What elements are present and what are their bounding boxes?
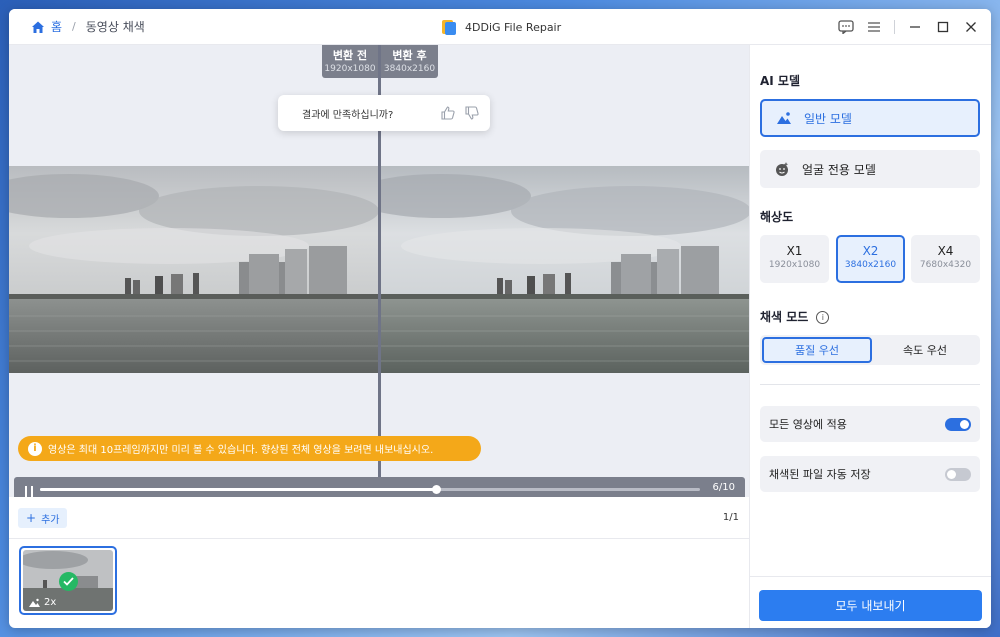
add-button[interactable]: + 추가 (18, 508, 68, 528)
apply-all-toggle[interactable] (945, 418, 971, 431)
breadcrumb: 홈 / 동영상 채색 (31, 18, 145, 35)
home-icon[interactable] (31, 20, 45, 34)
panel-footer: 모두 내보내기 (750, 576, 991, 628)
add-label: 추가 (41, 514, 60, 526)
app-window: 홈 / 동영상 채색 4DDiG File Repair 변환 전 1920x1… (9, 9, 991, 628)
after-label: 변환 후 (392, 49, 427, 62)
frame-counter: 6/10 (712, 482, 735, 493)
after-image (351, 166, 749, 373)
resolution-x4-button[interactable]: X4 7680x4320 (911, 235, 980, 283)
window-controls (828, 17, 981, 37)
plus-icon: + (26, 511, 37, 525)
controls-divider (894, 20, 895, 34)
face-icon (774, 161, 790, 177)
color-mode-title-text: 채색 모드 (760, 310, 809, 324)
picture-icon (29, 598, 40, 607)
file-list-toolbar: + 추가 1/1 (9, 497, 749, 539)
mode-quality-option[interactable]: 품질 우선 (762, 337, 872, 363)
model-general-button[interactable]: 일반 모델 (760, 99, 980, 137)
progress-track[interactable] (40, 485, 700, 494)
resolution-x2-button[interactable]: X2 3840x2160 (836, 235, 905, 283)
resolution-title: 해상도 (760, 210, 794, 224)
before-tag: 변환 전 1920x1080 (322, 45, 378, 78)
ai-model-title: AI 모델 (760, 74, 801, 88)
apply-all-row: 모든 영상에 적용 (760, 406, 980, 442)
preview-area: 변환 전 1920x1080 변환 후 3840x2160 결과에 만족하십니까… (9, 45, 749, 497)
preview-notice: i 영상은 최대 10프레임까지만 미리 볼 수 있습니다. 향상된 전체 영상… (18, 436, 481, 461)
check-icon (59, 572, 78, 591)
resolution-x1-button[interactable]: X1 1920x1080 (760, 235, 829, 283)
progress-fill (40, 488, 436, 491)
thumbnail-scale: 2x (29, 597, 56, 608)
before-resolution: 1920x1080 (324, 64, 376, 74)
apply-all-label: 모든 영상에 적용 (769, 418, 847, 431)
thumbs-up-icon[interactable] (440, 105, 456, 121)
feedback-question: 결과에 만족하십니까? (302, 109, 394, 121)
export-all-button[interactable]: 모두 내보내기 (759, 590, 982, 621)
color-mode-title: 채색 모드 i (760, 308, 830, 325)
breadcrumb-home[interactable]: 홈 (51, 18, 62, 35)
info-icon[interactable]: i (816, 311, 830, 324)
app-title: 4DDiG File Repair (441, 18, 561, 36)
minimize-icon[interactable] (905, 17, 925, 37)
resolution-x4-label: X4 (937, 244, 954, 258)
color-mode-segmented: 품질 우선 속도 우선 (760, 335, 980, 365)
resolution-x2-size: 3840x2160 (844, 260, 897, 270)
info-icon: i (28, 441, 42, 456)
mode-speed-option[interactable]: 속도 우선 (872, 337, 978, 363)
settings-panel: AI 모델 일반 모델 얼굴 전용 모델 해상도 X1 1920x1080 X2… (749, 45, 991, 628)
video-thumbnail[interactable]: 2x (19, 546, 117, 615)
thumbnail-scale-label: 2x (44, 597, 57, 608)
thumbnail-image: 2x (23, 550, 113, 611)
after-resolution: 3840x2160 (383, 64, 436, 74)
pause-icon[interactable] (24, 483, 34, 497)
model-general-label: 일반 모델 (804, 111, 852, 126)
breadcrumb-separator: / (72, 20, 76, 33)
close-icon[interactable] (961, 17, 981, 37)
resolution-x4-size: 7680x4320 (919, 260, 972, 270)
page-count: 1/1 (722, 512, 739, 523)
resolution-x2-label: X2 (862, 244, 879, 258)
panel-divider (760, 384, 980, 385)
before-image (9, 166, 379, 373)
feedback-icon[interactable] (836, 17, 856, 37)
resolution-x1-label: X1 (786, 244, 803, 258)
notice-text: 영상은 최대 10프레임까지만 미리 볼 수 있습니다. 향상된 전체 영상을 … (48, 445, 434, 456)
thumbs-down-icon[interactable] (464, 105, 480, 121)
feedback-popup: 결과에 만족하십니까? (278, 95, 490, 131)
auto-save-row: 채색된 파일 자동 저장 (760, 456, 980, 492)
app-logo-icon (441, 18, 457, 36)
app-title-text: 4DDiG File Repair (465, 20, 562, 34)
model-face-label: 얼굴 전용 모델 (802, 162, 876, 177)
landscape-icon (776, 110, 792, 126)
after-tag: 변환 후 3840x2160 (381, 45, 438, 78)
before-label: 변환 전 (332, 49, 368, 62)
breadcrumb-current: 동영상 채색 (85, 20, 145, 34)
auto-save-toggle[interactable] (945, 468, 971, 481)
title-bar: 홈 / 동영상 채색 4DDiG File Repair (9, 9, 991, 45)
menu-icon[interactable] (864, 17, 884, 37)
playback-bar: 6/10 (14, 477, 745, 497)
maximize-icon[interactable] (933, 17, 953, 37)
thumbnail-strip: 2x (9, 540, 749, 628)
progress-knob[interactable] (432, 485, 441, 494)
model-face-button[interactable]: 얼굴 전용 모델 (760, 150, 980, 188)
resolution-x1-size: 1920x1080 (768, 260, 821, 270)
auto-save-label: 채색된 파일 자동 저장 (769, 468, 871, 481)
